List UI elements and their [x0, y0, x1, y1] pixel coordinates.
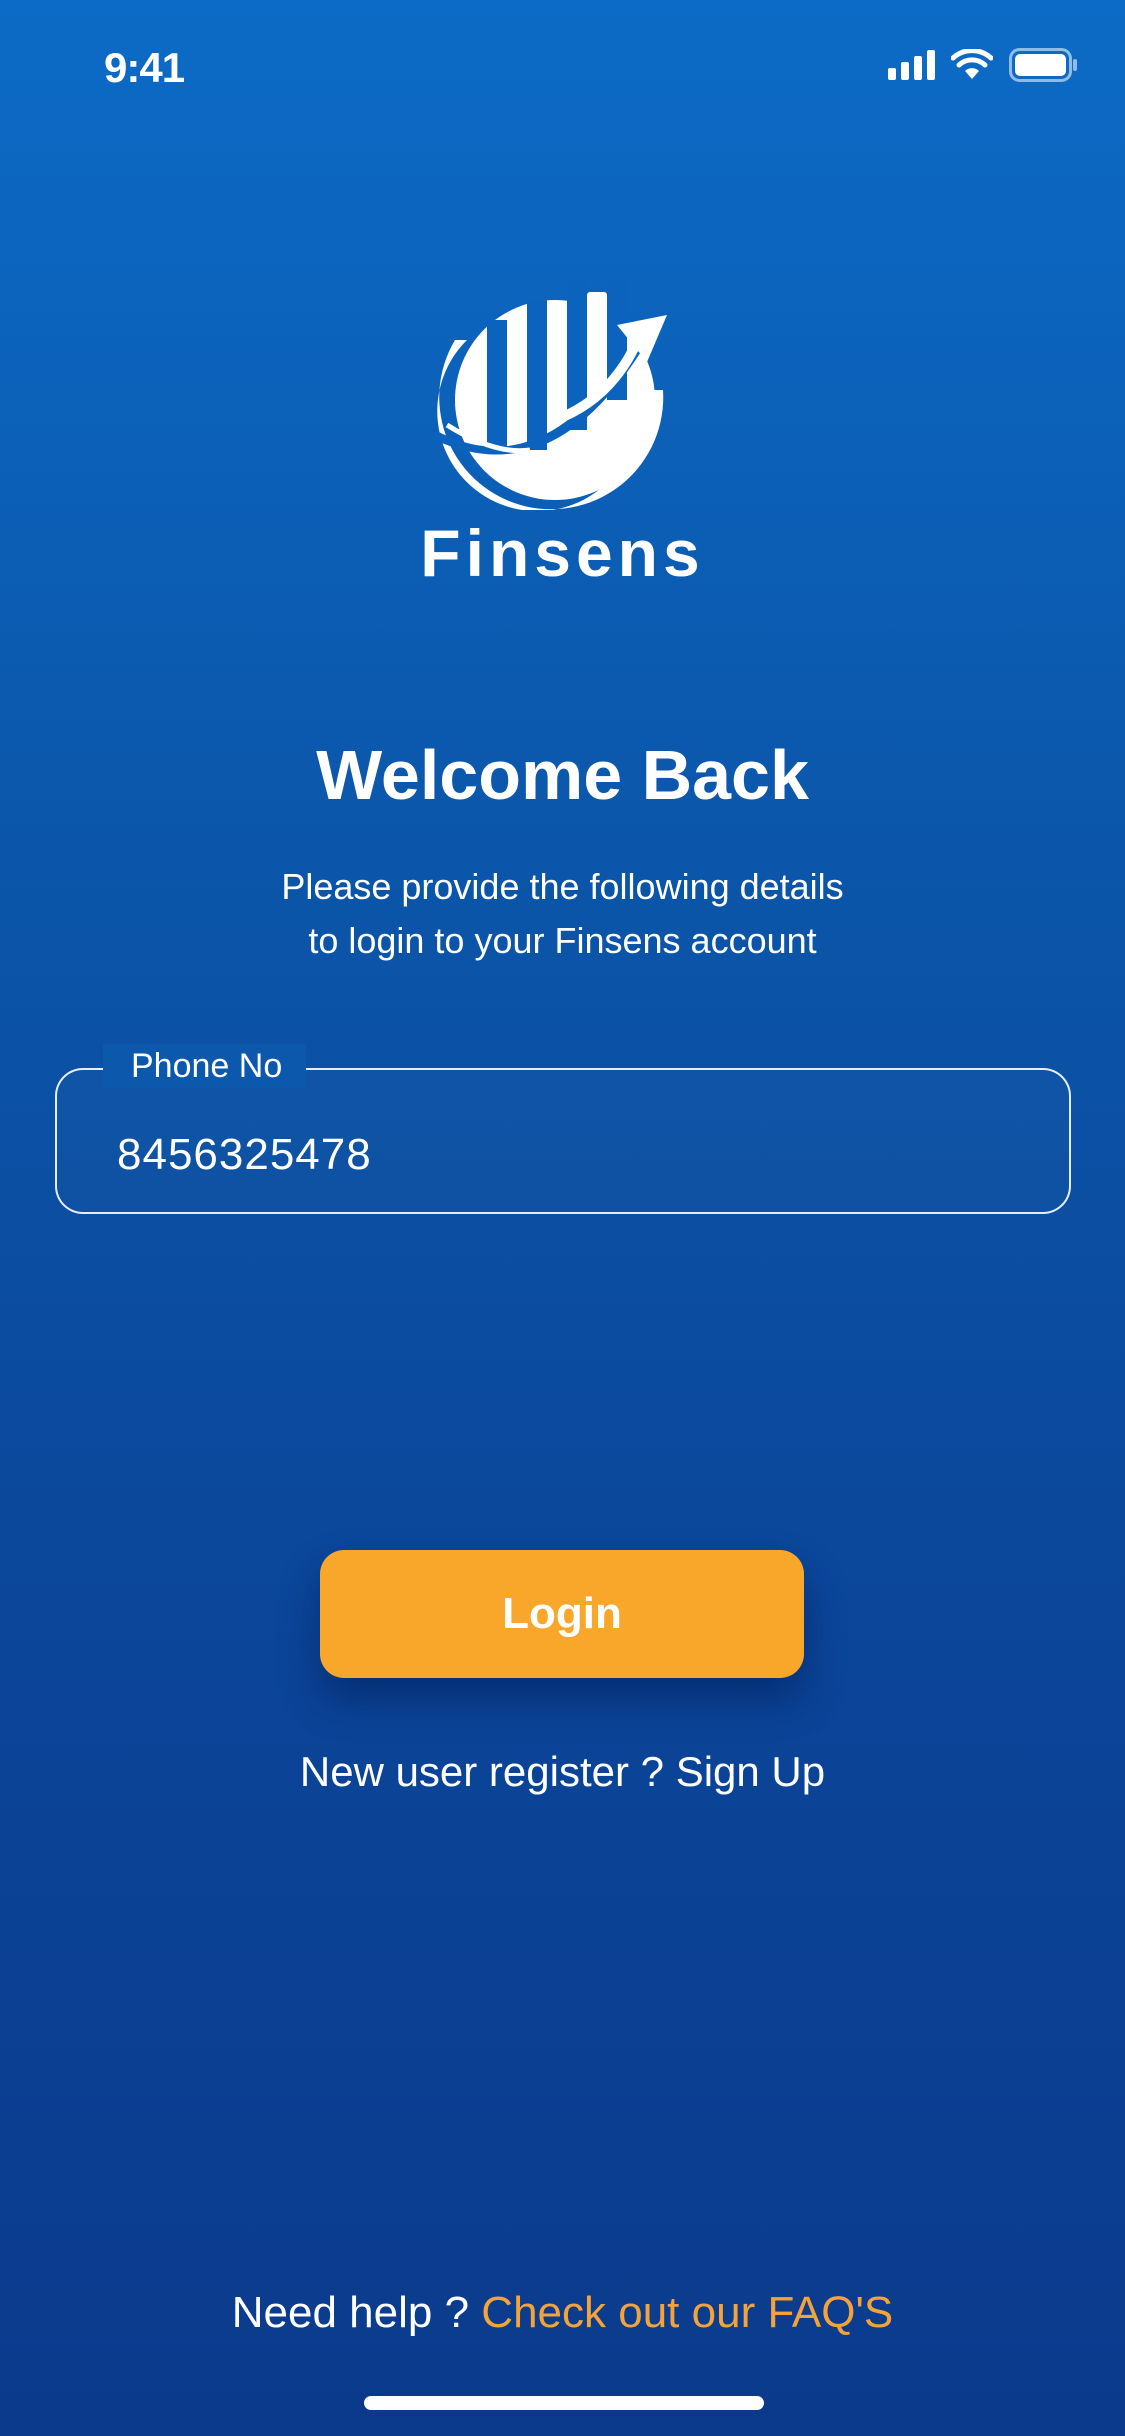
page-subtitle: Please provide the following details to … — [0, 860, 1125, 968]
page-title: Welcome Back — [316, 736, 809, 814]
login-button[interactable]: Login — [320, 1550, 804, 1678]
register-prefix: New user register ? — [299, 1748, 665, 1795]
signal-icon — [888, 50, 935, 80]
status-icons — [888, 48, 1079, 82]
subtitle-line-1: Please provide the following details — [281, 866, 844, 907]
brand-name: Finsens — [420, 516, 705, 590]
phone-field-label: Phone No — [103, 1044, 307, 1088]
wifi-icon — [951, 49, 993, 81]
subtitle-line-2: to login to your Finsens account — [308, 920, 817, 961]
finsens-logo — [435, 280, 680, 512]
home-indicator[interactable] — [364, 2396, 764, 2410]
battery-icon — [1009, 48, 1079, 82]
faq-link[interactable]: Check out our FAQ'S — [481, 2288, 893, 2337]
register-prompt: New user register ? Sign Up — [0, 1748, 1125, 1796]
status-time: 9:41 — [104, 44, 185, 91]
phone-field[interactable]: Phone No 8456325478 — [55, 1044, 1071, 1214]
sign-up-link[interactable]: Sign Up — [676, 1748, 825, 1795]
login-screen: 9:41 Finsens Welcome Back Please provide… — [0, 0, 1125, 2436]
help-prompt: Need help ? Check out our FAQ'S — [0, 2288, 1125, 2338]
help-prefix: Need help ? — [231, 2288, 470, 2337]
status-bar: 9:41 — [0, 0, 1125, 140]
phone-input[interactable]: 8456325478 — [117, 1130, 372, 1180]
